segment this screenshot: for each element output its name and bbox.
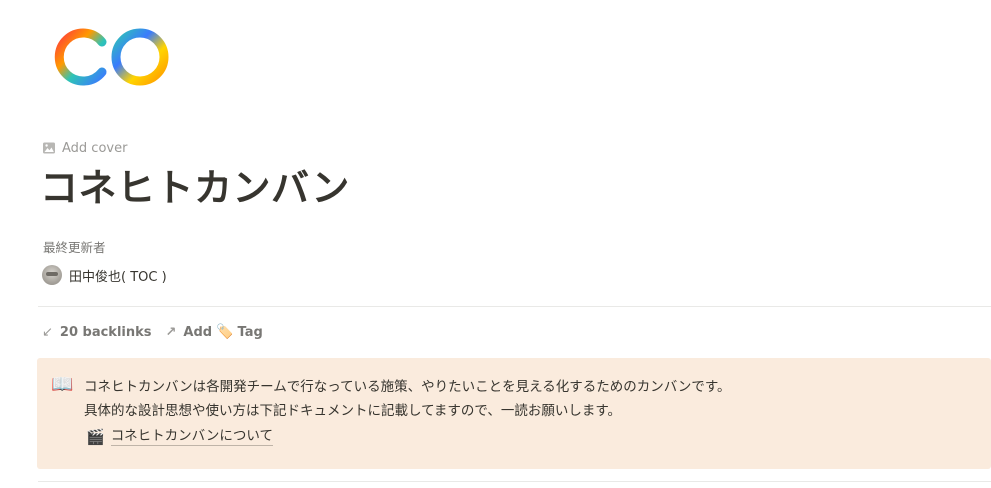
tag-label: Tag bbox=[237, 324, 263, 340]
arrow-down-left-icon: ↙ bbox=[42, 324, 53, 340]
meta-row: ↙ 20 backlinks ↗ Add 🏷️ Tag bbox=[42, 322, 263, 342]
person-name: 田中俊也( TOC ) bbox=[69, 269, 167, 285]
add-tag-button[interactable]: ↗ Add 🏷️ Tag bbox=[166, 324, 263, 340]
callout-text: コネヒトカンバンは各開発チームで行なっている施策、やりたいことを見える化するため… bbox=[84, 375, 731, 423]
book-icon[interactable]: 📖 bbox=[51, 375, 73, 395]
callout: 📖 コネヒトカンバンは各開発チームで行なっている施策、やりたいことを見える化する… bbox=[37, 358, 991, 469]
divider bbox=[38, 306, 991, 307]
backlinks-label: 20 backlinks bbox=[59, 324, 152, 340]
last-edited-by-label: 最終更新者 bbox=[43, 240, 106, 255]
avatar bbox=[42, 265, 62, 285]
clapperboard-icon: 🎬 bbox=[86, 427, 105, 446]
add-label: Add bbox=[183, 324, 213, 340]
infinity-ring-icon[interactable] bbox=[50, 22, 170, 92]
page-title[interactable]: コネヒトカンバン bbox=[40, 163, 350, 213]
callout-line-1: コネヒトカンバンは各開発チームで行なっている施策、やりたいことを見える化するため… bbox=[84, 379, 731, 395]
backlinks-button[interactable]: ↙ 20 backlinks bbox=[42, 325, 152, 340]
divider bbox=[38, 481, 991, 482]
image-icon bbox=[43, 142, 55, 154]
last-edited-by-person[interactable]: 田中俊也( TOC ) bbox=[42, 265, 167, 285]
page: Add cover コネヒトカンバン 最終更新者 田中俊也( TOC ) ↙ 2… bbox=[0, 0, 991, 488]
kanban-doc-link-label: コネヒトカンバンについて bbox=[110, 428, 273, 446]
callout-line-2: 具体的な設計思想や使い方は下記ドキュメントに記載してますので、一読お願いします。 bbox=[84, 403, 622, 419]
arrow-up-right-icon: ↗ bbox=[165, 324, 177, 340]
add-cover-button[interactable]: Add cover bbox=[42, 139, 127, 157]
add-cover-label: Add cover bbox=[62, 140, 128, 156]
kanban-doc-link[interactable]: 🎬 コネヒトカンバンについて bbox=[86, 427, 273, 446]
tag-icon: 🏷️ bbox=[216, 324, 234, 340]
